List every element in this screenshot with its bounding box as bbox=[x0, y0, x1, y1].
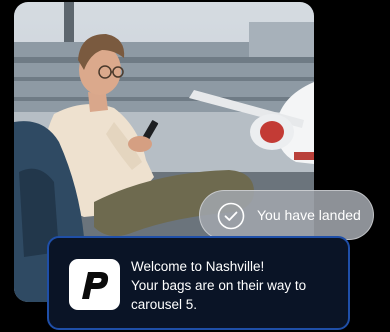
p-logo-icon bbox=[82, 272, 109, 299]
notification-message: Welcome to Nashville! Your bags are on t… bbox=[131, 257, 345, 314]
notification-line-3: carousel 5. bbox=[131, 297, 198, 312]
landed-toast: You have landed bbox=[199, 190, 374, 240]
toast-label: You have landed bbox=[257, 207, 361, 223]
app-logo bbox=[69, 259, 120, 310]
notification-line-1: Welcome to Nashville! bbox=[131, 259, 265, 274]
notification-line-2: Your bags are on their way to bbox=[131, 278, 307, 293]
check-circle-icon bbox=[217, 202, 245, 230]
welcome-notification-card[interactable]: Welcome to Nashville! Your bags are on t… bbox=[47, 236, 350, 330]
